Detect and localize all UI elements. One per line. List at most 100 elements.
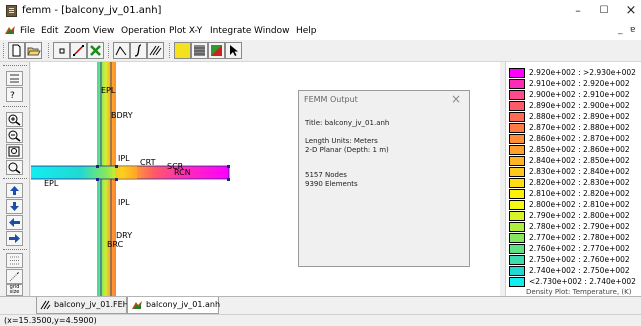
legend-swatch (509, 167, 525, 177)
document-menu-icon[interactable] (4, 25, 16, 36)
density-legend: 2.920e+002 : >2.930e+002 2.910e+002 : 2.9… (505, 62, 641, 296)
window-title: femm - [balcony_jv_01.anh] (22, 5, 162, 16)
line-contour-icon[interactable] (113, 42, 130, 59)
legend-range-label: 2.920e+002 : >2.930e+002 (529, 68, 636, 77)
legend-swatch (509, 112, 525, 122)
hatch-file-icon (40, 300, 51, 310)
mdi-minimize-button[interactable]: _ (618, 25, 623, 35)
pan-up-icon[interactable] (6, 183, 23, 198)
close-button[interactable]: × (621, 3, 641, 19)
mdi-restore-button[interactable]: ɐ (630, 25, 635, 35)
legend-entry: 2.820e+002 : 2.830e+002 (509, 178, 641, 188)
output-elements-line: 9390 Elements (305, 180, 358, 188)
legend-range-label: 2.870e+002 : 2.880e+002 (529, 123, 630, 132)
legend-swatch (509, 233, 525, 243)
dialog-close-button[interactable]: × (451, 92, 461, 106)
zoom-in-icon[interactable] (6, 112, 23, 127)
legend-entry: 2.770e+002 : 2.780e+002 (509, 233, 641, 243)
zoom-out-icon[interactable] (6, 128, 23, 143)
legend-range-label: 2.830e+002 : 2.840e+002 (529, 167, 630, 176)
toolbar-grip (3, 106, 27, 107)
output-problem-type-line: 2-D Planar (Depth: 1 m) (305, 146, 389, 154)
legend-swatch (509, 244, 525, 254)
new-file-icon[interactable] (8, 42, 25, 59)
flux-density-plot-icon[interactable] (191, 42, 208, 59)
legend-entry: 2.920e+002 : >2.930e+002 (509, 68, 641, 78)
legend-swatch (509, 101, 525, 111)
zoom-window-icon[interactable] (6, 144, 23, 159)
tab-label: balcony_jv_01.anh (146, 300, 221, 309)
menu-view[interactable]: View (93, 26, 114, 36)
legend-swatch (509, 79, 525, 89)
legend-range-label: 2.860e+002 : 2.870e+002 (529, 134, 630, 143)
svg-text:?: ? (10, 91, 15, 101)
legend-range-label: 2.850e+002 : 2.860e+002 (529, 145, 630, 154)
dialog-title: FEMM Output (304, 95, 358, 104)
node-mode-icon[interactable] (53, 42, 70, 59)
menu-file[interactable]: File (20, 26, 35, 36)
legend-entry: 2.810e+002 : 2.820e+002 (509, 189, 641, 199)
legend-swatch (509, 200, 525, 210)
segment-mode-icon[interactable] (70, 42, 87, 59)
legend-entry: 2.750e+002 : 2.760e+002 (509, 255, 641, 265)
title-bar: femm - [balcony_jv_01.anh] – ☐ × (0, 0, 641, 22)
wall-lower-region (97, 179, 116, 296)
toolbar-grip (3, 249, 27, 250)
legend-entry: 2.800e+002 : 2.810e+002 (509, 200, 641, 210)
grid-size-button[interactable]: grid size (6, 284, 23, 296)
legend-entry: 2.880e+002 : 2.890e+002 (509, 112, 641, 122)
hatch-icon[interactable] (147, 42, 164, 59)
legend-swatch (509, 255, 525, 265)
pan-left-icon[interactable] (6, 215, 23, 230)
legend-range-label: 2.770e+002 : 2.780e+002 (529, 233, 630, 242)
block-mode-icon[interactable] (87, 42, 104, 59)
minimize-button[interactable]: – (568, 3, 588, 19)
toolbar-grip (3, 178, 27, 179)
menu-plot-xy[interactable]: Plot X-Y (169, 26, 202, 36)
mesh-node (227, 178, 230, 181)
maximize-button[interactable]: ☐ (594, 3, 614, 19)
menu-integrate[interactable]: Integrate (210, 26, 251, 36)
legend-swatch (509, 222, 525, 232)
integral-icon[interactable] (130, 42, 147, 59)
menu-zoom[interactable]: Zoom (64, 26, 90, 36)
legend-range-label: 2.910e+002 : 2.920e+002 (529, 79, 630, 88)
legend-entry: 2.900e+002 : 2.910e+002 (509, 90, 641, 100)
menu-window[interactable]: Window (254, 26, 290, 36)
label-ipl-bottom: IPL (118, 198, 130, 207)
legend-range-label: 2.810e+002 : 2.820e+002 (529, 189, 630, 198)
pan-right-icon[interactable] (6, 231, 23, 246)
document-tabs: balcony_jv_01.FEH balcony_jv_01.anh (0, 296, 641, 314)
tab-feh-file[interactable]: balcony_jv_01.FEH (36, 297, 129, 314)
pan-down-icon[interactable] (6, 199, 23, 214)
menu-help[interactable]: Help (296, 26, 317, 36)
toolbar-grip (3, 65, 27, 66)
vector-plot-icon[interactable] (208, 42, 225, 59)
menu-operation[interactable]: Operation (121, 26, 166, 36)
femm-output-dialog: FEMM Output × Title: balcony_jv_01.anh L… (298, 90, 470, 267)
open-folder-icon[interactable] (25, 42, 42, 59)
density-plot-icon[interactable]: ? (6, 87, 23, 102)
pointer-icon[interactable] (225, 42, 242, 59)
legend-swatch (509, 277, 525, 287)
grid-icon[interactable] (6, 253, 23, 268)
mesh-node (96, 165, 99, 168)
legend-range-label: 2.760e+002 : 2.770e+002 (529, 244, 630, 253)
output-nodes-line: 5157 Nodes (305, 171, 347, 179)
label-bdry-top: BDRY (111, 111, 133, 120)
output-units-line: Length Units: Meters (305, 137, 378, 145)
snap-icon[interactable] (6, 269, 23, 284)
menu-edit[interactable]: Edit (41, 26, 58, 36)
tab-anh-file[interactable]: balcony_jv_01.anh (127, 297, 221, 314)
cursor-coordinates: (x=15.3500,y=4.5900) (4, 316, 97, 325)
tab-label: balcony_jv_01.FEH (54, 300, 129, 309)
label-dry: DRY (116, 231, 133, 240)
zoom-natural-icon[interactable] (6, 160, 23, 175)
view-toolbar: ? grid size (0, 62, 30, 296)
legend-range-label: <2.730e+002 : 2.740e+002 (529, 277, 636, 286)
legend-range-label: 2.790e+002 : 2.800e+002 (529, 211, 630, 220)
legend-swatch (509, 145, 525, 155)
greyscale-icon[interactable] (174, 42, 191, 59)
flux-lines-icon[interactable] (6, 71, 23, 86)
label-rcn: RCN (174, 168, 191, 177)
